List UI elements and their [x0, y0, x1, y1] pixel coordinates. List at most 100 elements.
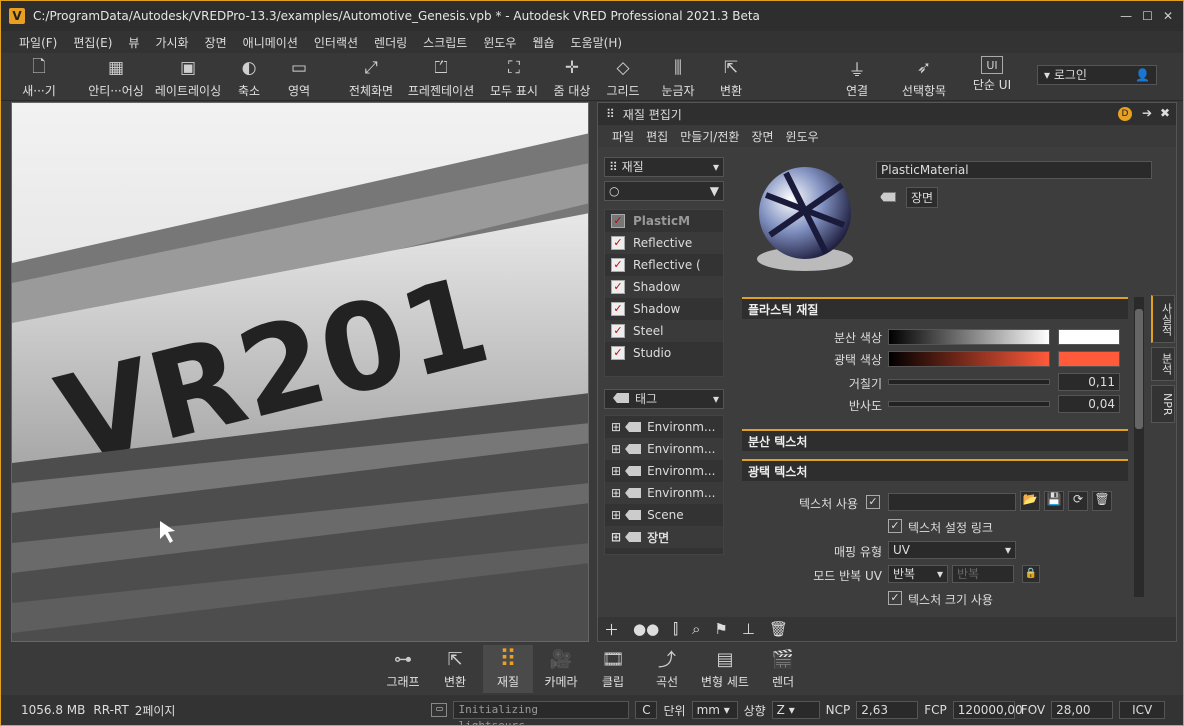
- menu-interaction[interactable]: 인터랙션: [314, 34, 358, 51]
- menu-window[interactable]: 윈도우: [483, 34, 516, 51]
- pmenu-edit[interactable]: 편집: [646, 128, 668, 145]
- dock-icon[interactable]: D: [1118, 107, 1132, 121]
- unit-dropdown[interactable]: mm ▾: [691, 701, 738, 719]
- mapping-type-dropdown[interactable]: UV ▾: [888, 541, 1016, 559]
- tag-dropdown[interactable]: 태그 ▾: [604, 389, 724, 409]
- diffuse-color-swatch[interactable]: [1058, 329, 1120, 345]
- material-name-field[interactable]: PlasticMaterial: [876, 161, 1152, 179]
- tab-analysis[interactable]: 분석: [1151, 347, 1175, 381]
- material-item[interactable]: ✓ Shadow: [605, 298, 723, 320]
- tag-item[interactable]: ⊞ 장면: [605, 526, 723, 548]
- material-item[interactable]: ✓ Shadow: [605, 276, 723, 298]
- transform-button[interactable]: ⇱ 변환: [713, 53, 749, 101]
- texture-path-field[interactable]: [888, 493, 1016, 511]
- tab-realistic[interactable]: 사실적: [1151, 295, 1175, 343]
- menu-rendering[interactable]: 렌더링: [374, 34, 407, 51]
- ncp-field[interactable]: 2,63: [856, 701, 919, 719]
- menu-edit[interactable]: 편집(E): [73, 34, 112, 51]
- presentation-button[interactable]: ⏍ 프레젠테이션: [403, 53, 479, 101]
- reflectivity-slider[interactable]: [888, 401, 1050, 407]
- material-item[interactable]: ✓ Studio: [605, 342, 723, 364]
- roughness-value[interactable]: 0,11: [1058, 373, 1120, 391]
- dock-transform-button[interactable]: ⇱ 변환: [437, 645, 473, 693]
- add-icon[interactable]: ＋: [604, 619, 619, 640]
- diffuse-texture-section[interactable]: 분산 텍스처: [742, 429, 1128, 451]
- material-item[interactable]: ✓ Steel: [605, 320, 723, 342]
- duplicate-icon[interactable]: ●●: [633, 620, 659, 638]
- trash-icon[interactable]: 🗑: [1092, 491, 1112, 511]
- panel-close-icon[interactable]: ✖: [1160, 106, 1170, 120]
- tag-item[interactable]: ⊞ Environm...: [605, 416, 723, 438]
- save-icon[interactable]: 💾: [1044, 491, 1064, 511]
- material-item[interactable]: ✓ PlasticM: [605, 210, 723, 232]
- pmenu-create[interactable]: 만들기/전환: [680, 128, 739, 145]
- expand-icon[interactable]: ⊞: [611, 486, 621, 500]
- apply-icon[interactable]: ⊥: [742, 620, 755, 638]
- tag-item[interactable]: ⊞ Environm...: [605, 460, 723, 482]
- material-tree[interactable]: ✓ PlasticM ✓ Reflective ✓ Reflective ( ✓ Sha…: [604, 209, 724, 377]
- material-dropdown[interactable]: ⠿ 재질 ▾: [604, 157, 724, 177]
- raytracing-button[interactable]: ▣ 레이트레이싱: [151, 53, 225, 101]
- tab-npr[interactable]: NPR: [1151, 385, 1175, 423]
- console-icon[interactable]: ▭: [431, 703, 448, 717]
- float-icon[interactable]: ➔: [1142, 106, 1152, 120]
- maximize-button[interactable]: ☐: [1142, 9, 1153, 23]
- menu-view[interactable]: 뷰: [128, 34, 139, 51]
- link-texture-checkbox[interactable]: ✓: [888, 519, 902, 533]
- expand-icon[interactable]: ⊞: [611, 508, 621, 522]
- pmenu-window[interactable]: 윈도우: [786, 128, 819, 145]
- menu-help[interactable]: 도움말(H): [571, 34, 623, 51]
- zoom-target-button[interactable]: ✛ 줌 대상: [547, 53, 597, 101]
- tag-icon[interactable]: [880, 192, 896, 202]
- up-axis-dropdown[interactable]: Z ▾: [771, 701, 820, 719]
- material-search-input[interactable]: ○ ▼: [604, 181, 724, 201]
- menu-scene[interactable]: 장면: [205, 34, 227, 51]
- icv-button[interactable]: ICV: [1119, 701, 1166, 719]
- connect-button[interactable]: ⏚ 연결: [839, 53, 875, 101]
- region-button[interactable]: ▭ 영역: [281, 53, 317, 101]
- fov-field[interactable]: 28,00: [1051, 701, 1114, 719]
- menu-script[interactable]: 스크립트: [423, 34, 467, 51]
- lock-icon[interactable]: 🔒: [1022, 565, 1040, 583]
- repeat-mode-dropdown[interactable]: 반복 ▾: [888, 565, 948, 583]
- dock-variant-set-button[interactable]: ▤ 변형 세트: [695, 645, 755, 693]
- scene-button[interactable]: 장면: [906, 186, 939, 208]
- fcp-field[interactable]: 120000,00: [952, 701, 1023, 719]
- column-icon[interactable]: ⫿: [673, 620, 678, 638]
- gloss-color-slider[interactable]: [888, 351, 1050, 367]
- expand-icon[interactable]: ⊞: [611, 420, 621, 434]
- repeat-mode-dropdown-2[interactable]: 반복: [952, 565, 1014, 583]
- fullscreen-button[interactable]: ⤢ 전체화면: [343, 53, 399, 101]
- menu-animation[interactable]: 애니메이션: [243, 34, 298, 51]
- dock-render-button[interactable]: 🎬 렌더: [765, 645, 801, 693]
- expand-icon[interactable]: ⊞: [611, 442, 621, 456]
- expand-icon[interactable]: ⊞: [611, 464, 621, 478]
- tag-item[interactable]: ⊞ Environm...: [605, 438, 723, 460]
- c-button[interactable]: C: [635, 701, 658, 719]
- gloss-texture-section[interactable]: 광택 텍스처: [742, 459, 1128, 481]
- material-item[interactable]: ✓ Reflective: [605, 232, 723, 254]
- plastic-material-section[interactable]: 플라스틱 재질: [742, 297, 1128, 319]
- menu-file[interactable]: 파일(F): [19, 34, 57, 51]
- minimize-button[interactable]: —: [1120, 9, 1132, 23]
- open-folder-icon[interactable]: 📂: [1020, 491, 1040, 511]
- fit-all-button[interactable]: ⛶ 모두 표시: [485, 53, 543, 101]
- pmenu-file[interactable]: 파일: [612, 128, 634, 145]
- search-scene-icon[interactable]: ⌕: [692, 620, 700, 638]
- selection-button[interactable]: ➶ 선택항목: [897, 53, 951, 101]
- menu-webshop[interactable]: 웹숍: [532, 34, 554, 51]
- dock-clip-button[interactable]: 🎞 클립: [595, 645, 631, 693]
- dock-graph-button[interactable]: ⊶ 그래프: [383, 645, 423, 693]
- expand-icon[interactable]: ⊞: [611, 530, 621, 544]
- dock-camera-button[interactable]: 🎥 카메라: [539, 645, 583, 693]
- reload-icon[interactable]: ⟳: [1068, 491, 1088, 511]
- simple-ui-button[interactable]: UI 단순 UI: [969, 53, 1015, 101]
- texture-size-checkbox[interactable]: ✓: [888, 591, 902, 605]
- gloss-color-swatch[interactable]: [1058, 351, 1120, 367]
- downscale-button[interactable]: ◐ 축소: [231, 53, 267, 101]
- reflectivity-value[interactable]: 0,04: [1058, 395, 1120, 413]
- assign-icon[interactable]: ⚑: [714, 620, 727, 638]
- roughness-slider[interactable]: [888, 379, 1050, 385]
- tag-item[interactable]: ⊞ Environm...: [605, 482, 723, 504]
- close-button[interactable]: ✕: [1163, 9, 1173, 23]
